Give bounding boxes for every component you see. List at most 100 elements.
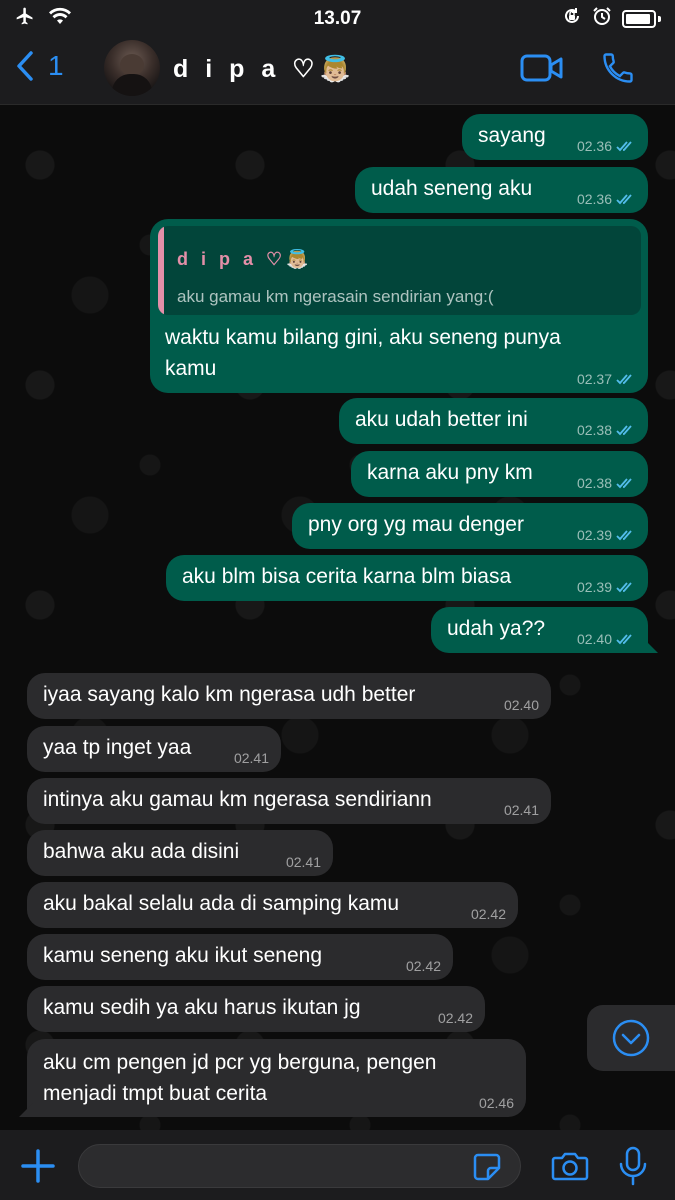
video-camera-icon [520,54,563,82]
message-text: karna aku pny km [367,461,533,484]
message-bubble-incoming[interactable]: intinya aku gamau km ngerasa sendiriann … [27,778,551,824]
read-ticks-icon [616,478,632,489]
message-meta: 02.37 [577,371,636,387]
message-text: aku udah better ini [355,408,528,431]
message-text: intinya aku gamau km ngerasa sendiriann [43,788,432,811]
message-text-line: waktu kamu bilang gini, aku seneng punya [165,326,561,349]
message-bubble-outgoing[interactable]: udah ya?? 02.40 [431,607,658,653]
message-meta: 02.39 [577,579,636,595]
message-time: 02.46 [478,1095,514,1111]
message-text: pny org yg mau denger [308,513,524,536]
message-text: kamu sedih ya aku harus ikutan jg [43,996,361,1019]
microphone-icon [619,1146,647,1186]
scroll-to-bottom-button[interactable] [587,1005,675,1071]
message-list[interactable]: sayang 02.36 udah seneng aku 02.36 d i p… [0,105,675,1130]
message-bubble-outgoing[interactable]: aku blm bisa cerita karna blm biasa 02.3… [166,555,648,601]
phone-icon [603,53,633,83]
read-ticks-icon [616,425,632,436]
message-time: 02.39 [576,579,612,595]
message-text: sayang [478,124,546,147]
message-bubble-incoming[interactable]: iyaa sayang kalo km ngerasa udh better 0… [27,673,551,719]
status-right [562,6,661,32]
message-bubble-outgoing[interactable]: aku udah better ini 02.38 [339,398,648,444]
message-bubble-outgoing[interactable]: pny org yg mau denger 02.39 [292,503,648,549]
message-meta: 02.41 [234,750,269,766]
voice-call-button[interactable] [600,50,636,91]
message-text: udah ya?? [447,617,546,640]
read-ticks-icon [616,141,632,152]
message-meta: 02.42 [471,906,506,922]
message-time: 02.42 [470,906,506,922]
message-bubble-outgoing-reply[interactable]: d i p a ♡👼🏼 aku gamau km ngerasain sendi… [150,219,648,393]
unread-count: 1 [48,50,64,81]
sticker-icon [473,1153,501,1181]
quote-accent-bar [158,226,164,315]
chat-header: 1 d i p a ♡👼🏼 [0,36,675,105]
message-time: 02.36 [576,191,612,207]
message-time: 02.37 [576,371,612,387]
message-text: iyaa sayang kalo km ngerasa udh better [43,683,416,706]
composer-bar [0,1130,675,1200]
alarm-icon [592,6,612,32]
video-call-button[interactable] [520,52,564,89]
camera-icon [551,1152,589,1181]
message-input[interactable] [78,1144,521,1188]
message-meta: 02.42 [438,1010,473,1026]
message-bubble-incoming[interactable]: aku bakal selalu ada di samping kamu 02.… [27,882,518,928]
battery-icon [622,10,656,28]
message-bubble-incoming[interactable]: kamu sedih ya aku harus ikutan jg 02.42 [27,986,485,1032]
attach-button[interactable] [20,1148,56,1189]
sticker-button[interactable] [472,1152,502,1187]
message-text-line: kamu [165,357,217,380]
read-ticks-icon [616,374,632,385]
message-bubble-outgoing[interactable]: karna aku pny km 02.38 [351,451,648,497]
message-time: 02.38 [576,475,612,491]
message-text-line: menjadi tmpt buat cerita [43,1082,268,1105]
message-meta: 02.41 [286,854,321,870]
message-time: 02.41 [233,750,269,766]
message-text: kamu seneng aku ikut seneng [43,944,323,967]
message-meta: 02.39 [577,527,636,543]
message-meta: 02.40 [577,631,636,647]
message-meta: 02.46 [479,1095,514,1111]
status-bar: 13.07 [0,0,675,36]
quoted-message[interactable]: d i p a ♡👼🏼 aku gamau km ngerasain sendi… [158,226,641,315]
message-meta: 02.40 [504,697,539,713]
message-text: yaa tp inget yaa [43,736,192,759]
message-bubble-incoming[interactable]: kamu seneng aku ikut seneng 02.42 [27,934,453,980]
message-time: 02.36 [576,138,612,154]
message-meta: 02.42 [406,958,441,974]
message-bubble-incoming[interactable]: yaa tp inget yaa 02.41 [27,726,281,772]
message-text-line: aku cm pengen jd pcr yg berguna, pengen [43,1051,437,1074]
message-text: aku bakal selalu ada di samping kamu [43,892,400,915]
message-time: 02.41 [503,802,539,818]
message-bubble-outgoing[interactable]: udah seneng aku 02.36 [355,167,648,213]
message-text: udah seneng aku [371,177,533,200]
message-time: 02.38 [576,422,612,438]
voice-message-button[interactable] [618,1146,648,1191]
bubble-tail [642,637,658,653]
message-text-block: waktu kamu bilang gini, aku seneng punya… [165,322,561,384]
read-ticks-icon [616,582,632,593]
message-bubble-incoming[interactable]: aku cm pengen jd pcr yg berguna, pengen … [19,1039,526,1117]
message-time: 02.40 [576,631,612,647]
contact-avatar[interactable] [104,40,160,96]
battery-tip [658,16,661,22]
message-meta: 02.41 [504,802,539,818]
camera-button[interactable] [551,1150,589,1187]
quoted-sender: d i p a ♡👼🏼 [177,249,313,269]
back-button[interactable]: 1 [16,50,64,82]
message-text: aku blm bisa cerita karna blm biasa [182,565,512,588]
bubble-tail [19,1103,33,1117]
message-time: 02.40 [503,697,539,713]
message-bubble-incoming[interactable]: bahwa aku ada disini 02.41 [27,830,333,876]
chevron-left-icon [17,51,33,81]
message-time: 02.42 [405,958,441,974]
message-meta: 02.36 [577,191,636,207]
message-bubble-outgoing[interactable]: sayang 02.36 [462,114,648,160]
plus-icon [21,1149,55,1183]
message-meta: 02.36 [577,138,636,154]
message-time: 02.42 [437,1010,473,1026]
read-ticks-icon [616,194,632,205]
contact-name[interactable]: d i p a ♡👼🏼 [173,54,356,84]
